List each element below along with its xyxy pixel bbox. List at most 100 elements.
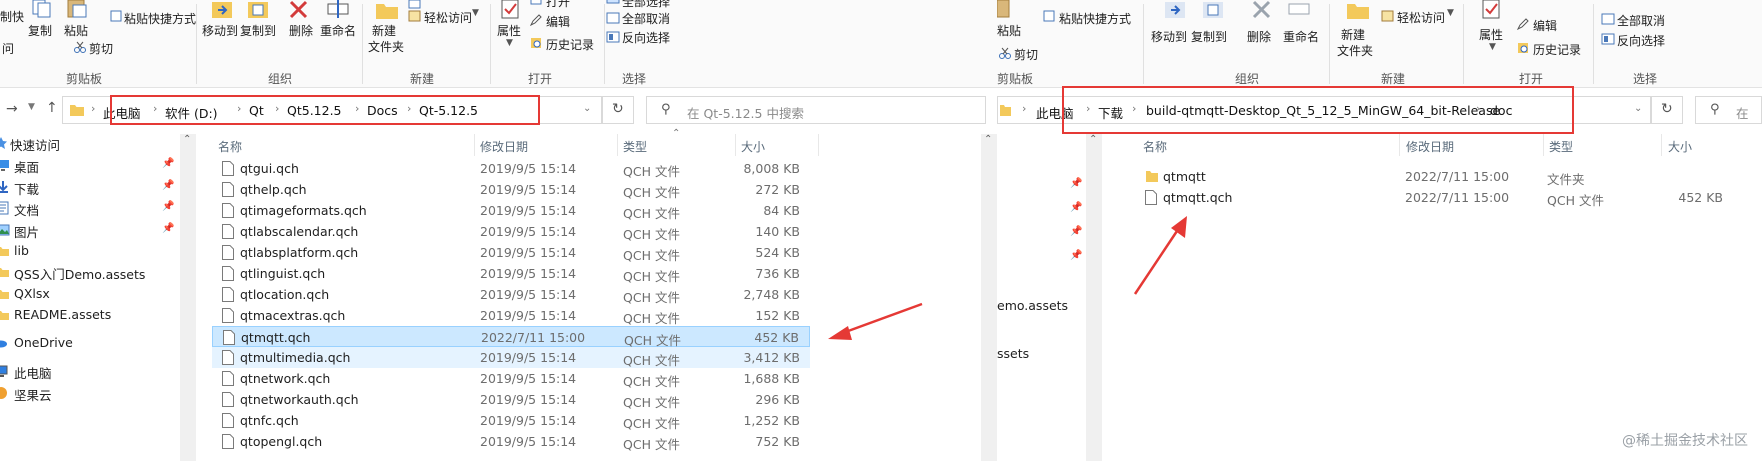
search-input[interactable]: ⚲ 在 xyxy=(1695,96,1762,124)
chevron-down-icon[interactable]: ▼ xyxy=(1489,42,1496,52)
pin-icon[interactable]: 📌 xyxy=(162,223,174,234)
chevron-right-icon[interactable]: › xyxy=(1022,102,1026,115)
nav-scrollbar[interactable] xyxy=(180,134,196,461)
nav-item[interactable]: README.assets xyxy=(0,305,178,325)
move-to-button[interactable]: 移动到 xyxy=(1151,28,1187,45)
scroll-up-icon[interactable]: ⌃ xyxy=(1089,134,1097,145)
column-header-date[interactable]: 修改日期 xyxy=(1406,138,1454,155)
chevron-down-icon[interactable]: ▼ xyxy=(28,102,35,112)
new-folder-button[interactable]: 新建 xyxy=(1341,26,1365,43)
file-row[interactable]: qtlocation.qch 2019/9/5 15:14 QCH 文件 2,748 … xyxy=(212,284,810,305)
paste-shortcut-button[interactable]: 粘贴快捷方式 xyxy=(1059,10,1131,27)
history-button[interactable]: 历史记录 xyxy=(1533,41,1581,58)
column-header-size[interactable]: 大小 xyxy=(1668,138,1692,155)
delete-button[interactable]: 删除 xyxy=(1247,28,1271,45)
file-row[interactable]: qtgui.qch 2019/9/5 15:14 QCH 文件 8,008 KB xyxy=(212,158,810,179)
chevron-down-icon[interactable]: ▼ xyxy=(1447,8,1454,18)
edit-button[interactable]: 编辑 xyxy=(1533,17,1557,34)
file-list-scrollbar[interactable] xyxy=(981,134,997,461)
pin-icon[interactable]: 📌 xyxy=(162,158,174,169)
file-row[interactable]: qtnetworkauth.qch 2019/9/5 15:14 QCH 文件 296… xyxy=(212,389,810,410)
file-row[interactable]: qtlabsplatform.qch 2019/9/5 15:14 QCH 文件 52… xyxy=(212,242,810,263)
file-row[interactable]: qtmultimedia.qch 2019/9/5 15:14 QCH 文件 3,41… xyxy=(212,347,810,368)
ribbon-cut-edge[interactable]: 制快 xyxy=(0,8,24,25)
nav-item[interactable]: OneDrive xyxy=(0,333,178,353)
paste-shortcut-button[interactable]: 粘贴快捷方式 xyxy=(124,10,196,27)
delete-button[interactable]: 删除 xyxy=(289,22,313,39)
pin-icon[interactable]: 📌 xyxy=(1070,250,1082,261)
nav-scrollbar[interactable] xyxy=(1086,134,1102,461)
move-to-button[interactable]: 移动到 xyxy=(202,22,238,39)
file-row[interactable]: qtmqtt.qch 2022/7/11 15:00 QCH 文件 452 KB xyxy=(1137,187,1737,208)
pin-icon[interactable]: 📌 xyxy=(1070,202,1082,213)
file-row[interactable]: qtmqtt.qch 2022/7/11 15:00 QCH 文件 452 KB xyxy=(212,326,810,348)
pin-icon[interactable]: 📌 xyxy=(1070,226,1082,237)
file-row[interactable]: qtlabscalendar.qch 2019/9/5 15:14 QCH 文件 14… xyxy=(212,221,810,242)
column-divider[interactable] xyxy=(1543,134,1544,156)
nav-item[interactable]: 图片 📌 xyxy=(0,220,178,240)
file-row[interactable]: qtlinguist.qch 2019/9/5 15:14 QCH 文件 736 KB xyxy=(212,263,810,284)
chevron-down-icon[interactable]: ▼ xyxy=(472,8,479,18)
up-arrow-icon[interactable]: ↑ xyxy=(46,100,58,116)
nav-item[interactable]: 快速访问 xyxy=(0,133,178,153)
search-input[interactable]: ⚲ 在 Qt-5.12.5 中搜索 xyxy=(646,96,986,124)
edit-button[interactable]: 编辑 xyxy=(546,13,570,30)
select-none-button[interactable]: 全部取消 xyxy=(622,10,670,27)
column-header-name[interactable]: 名称 xyxy=(1143,138,1167,155)
chevron-down-icon[interactable]: ⌄ xyxy=(1634,103,1642,114)
nav-item[interactable]: 此电脑 xyxy=(0,361,178,381)
select-none-button[interactable]: 全部取消 xyxy=(1617,12,1665,29)
file-row[interactable]: qtmqtt 2022/7/11 15:00 文件夹 xyxy=(1137,166,1737,187)
easy-access-button[interactable]: 轻松访问 xyxy=(424,9,472,26)
invert-selection-button[interactable]: 反向选择 xyxy=(622,29,670,46)
select-all-button[interactable]: 全部选择 xyxy=(622,0,670,10)
column-header-date[interactable]: 修改日期 xyxy=(480,138,528,155)
open-button[interactable]: 打开 xyxy=(546,0,570,10)
nav-item[interactable]: 下载 📌 xyxy=(0,177,178,197)
nav-item-partial[interactable]: ssets xyxy=(997,346,1029,361)
column-header-type[interactable]: 类型 xyxy=(1549,138,1573,155)
copy-to-button[interactable]: 复制到 xyxy=(1191,28,1227,45)
pin-icon[interactable]: 📌 xyxy=(1070,178,1082,189)
easy-access-button[interactable]: 轻松访问 xyxy=(1397,9,1445,26)
refresh-button[interactable]: ↻ xyxy=(1651,96,1683,124)
copy-button[interactable]: 复制 xyxy=(28,22,52,39)
column-divider[interactable] xyxy=(1661,134,1662,156)
file-row[interactable]: qthelp.qch 2019/9/5 15:14 QCH 文件 272 KB xyxy=(212,179,810,200)
column-header-size[interactable]: 大小 xyxy=(741,138,765,155)
rename-button[interactable]: 重命名 xyxy=(320,22,356,39)
rename-button[interactable]: 重命名 xyxy=(1283,28,1319,45)
column-divider[interactable] xyxy=(474,134,475,156)
nav-item[interactable]: QSS入门Demo.assets xyxy=(0,262,178,282)
refresh-button[interactable]: ↻ xyxy=(602,96,634,124)
nav-item-partial[interactable]: emo.assets xyxy=(997,298,1068,313)
cut-button[interactable]: 剪切 xyxy=(1014,46,1038,63)
new-folder-button[interactable]: 新建 xyxy=(372,22,396,39)
nav-item[interactable]: QXlsx xyxy=(0,284,178,304)
cut-button[interactable]: 剪切 xyxy=(89,40,113,57)
paste-button[interactable]: 粘贴 xyxy=(997,22,1021,39)
column-divider[interactable] xyxy=(1399,134,1400,156)
copy-to-button[interactable]: 复制到 xyxy=(240,22,276,39)
properties-button[interactable]: 属性 xyxy=(1479,26,1503,43)
file-row[interactable]: qtnfc.qch 2019/9/5 15:14 QCH 文件 1,252 KB xyxy=(212,410,810,431)
forward-arrow-icon[interactable]: → xyxy=(6,101,18,117)
pin-icon[interactable]: 📌 xyxy=(162,180,174,191)
column-header-type[interactable]: 类型 xyxy=(623,138,647,155)
pin-icon[interactable]: 📌 xyxy=(162,201,174,212)
scroll-up-icon[interactable]: ⌃ xyxy=(984,134,992,145)
column-divider[interactable] xyxy=(735,134,736,156)
nav-item[interactable]: 坚果云 xyxy=(0,383,178,403)
invert-selection-button[interactable]: 反向选择 xyxy=(1617,32,1665,49)
column-divider[interactable] xyxy=(818,134,819,156)
chevron-down-icon[interactable]: ⌄ xyxy=(583,103,591,114)
file-row[interactable]: qtmacextras.qch 2019/9/5 15:14 QCH 文件 152 K… xyxy=(212,305,810,326)
column-divider[interactable] xyxy=(617,134,618,156)
nav-item[interactable]: 桌面 📌 xyxy=(0,155,178,175)
properties-button[interactable]: 属性 xyxy=(497,22,521,39)
file-row[interactable]: qtimageformats.qch 2019/9/5 15:14 QCH 文件 84… xyxy=(212,200,810,221)
chevron-right-icon[interactable]: › xyxy=(91,102,95,115)
nav-item[interactable]: 文档 📌 xyxy=(0,198,178,218)
nav-item[interactable]: lib xyxy=(0,241,178,261)
scroll-up-icon[interactable]: ⌃ xyxy=(183,134,191,145)
